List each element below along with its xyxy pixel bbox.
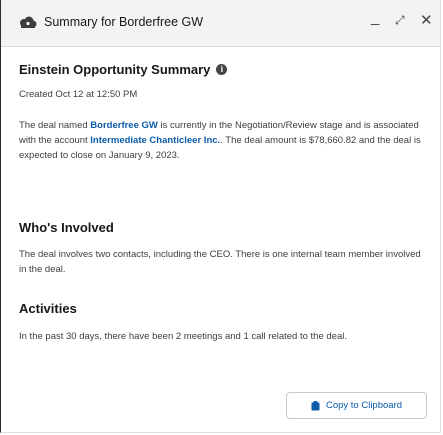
panel-header: Summary for Borderfree GW _ ⤢ ✕ <box>1 0 440 47</box>
account-link[interactable]: Intermediate Chanticleer Inc. <box>90 135 220 146</box>
summary-section: Einstein Opportunity Summary i Created O… <box>19 62 427 163</box>
copy-to-clipboard-button[interactable]: Copy to Clipboard <box>286 392 427 419</box>
involved-paragraph: The deal involves two contacts, includin… <box>19 249 421 275</box>
minimize-icon[interactable]: _ <box>371 9 379 26</box>
panel-title: Summary for Borderfree GW <box>44 15 204 29</box>
clipboard-icon <box>311 400 320 410</box>
info-icon[interactable]: i <box>216 64 228 75</box>
summary-heading: Einstein Opportunity Summary i <box>19 62 427 77</box>
close-icon[interactable]: ✕ <box>420 11 433 29</box>
expand-icon[interactable]: ⤢ <box>395 13 405 28</box>
summary-panel: Summary for Borderfree GW _ ⤢ ✕ Einstein… <box>0 0 441 433</box>
summary-paragraph: The deal named Borderfree GW is currentl… <box>19 119 427 163</box>
created-timestamp: Created Oct 12 at 12:50 PM <box>19 89 138 100</box>
activities-paragraph: In the past 30 days, there have been 2 m… <box>19 331 347 342</box>
opportunity-link[interactable]: Borderfree GW <box>90 120 158 131</box>
copy-to-clipboard-label: Copy to Clipboard <box>325 400 403 411</box>
summary-heading-text: Einstein Opportunity Summary <box>19 62 211 77</box>
involved-heading: Who's Involved <box>19 220 114 235</box>
activities-heading: Activities <box>19 301 77 316</box>
einstein-opportunity-icon <box>20 16 37 28</box>
summary-text-1: The deal named <box>19 120 91 131</box>
